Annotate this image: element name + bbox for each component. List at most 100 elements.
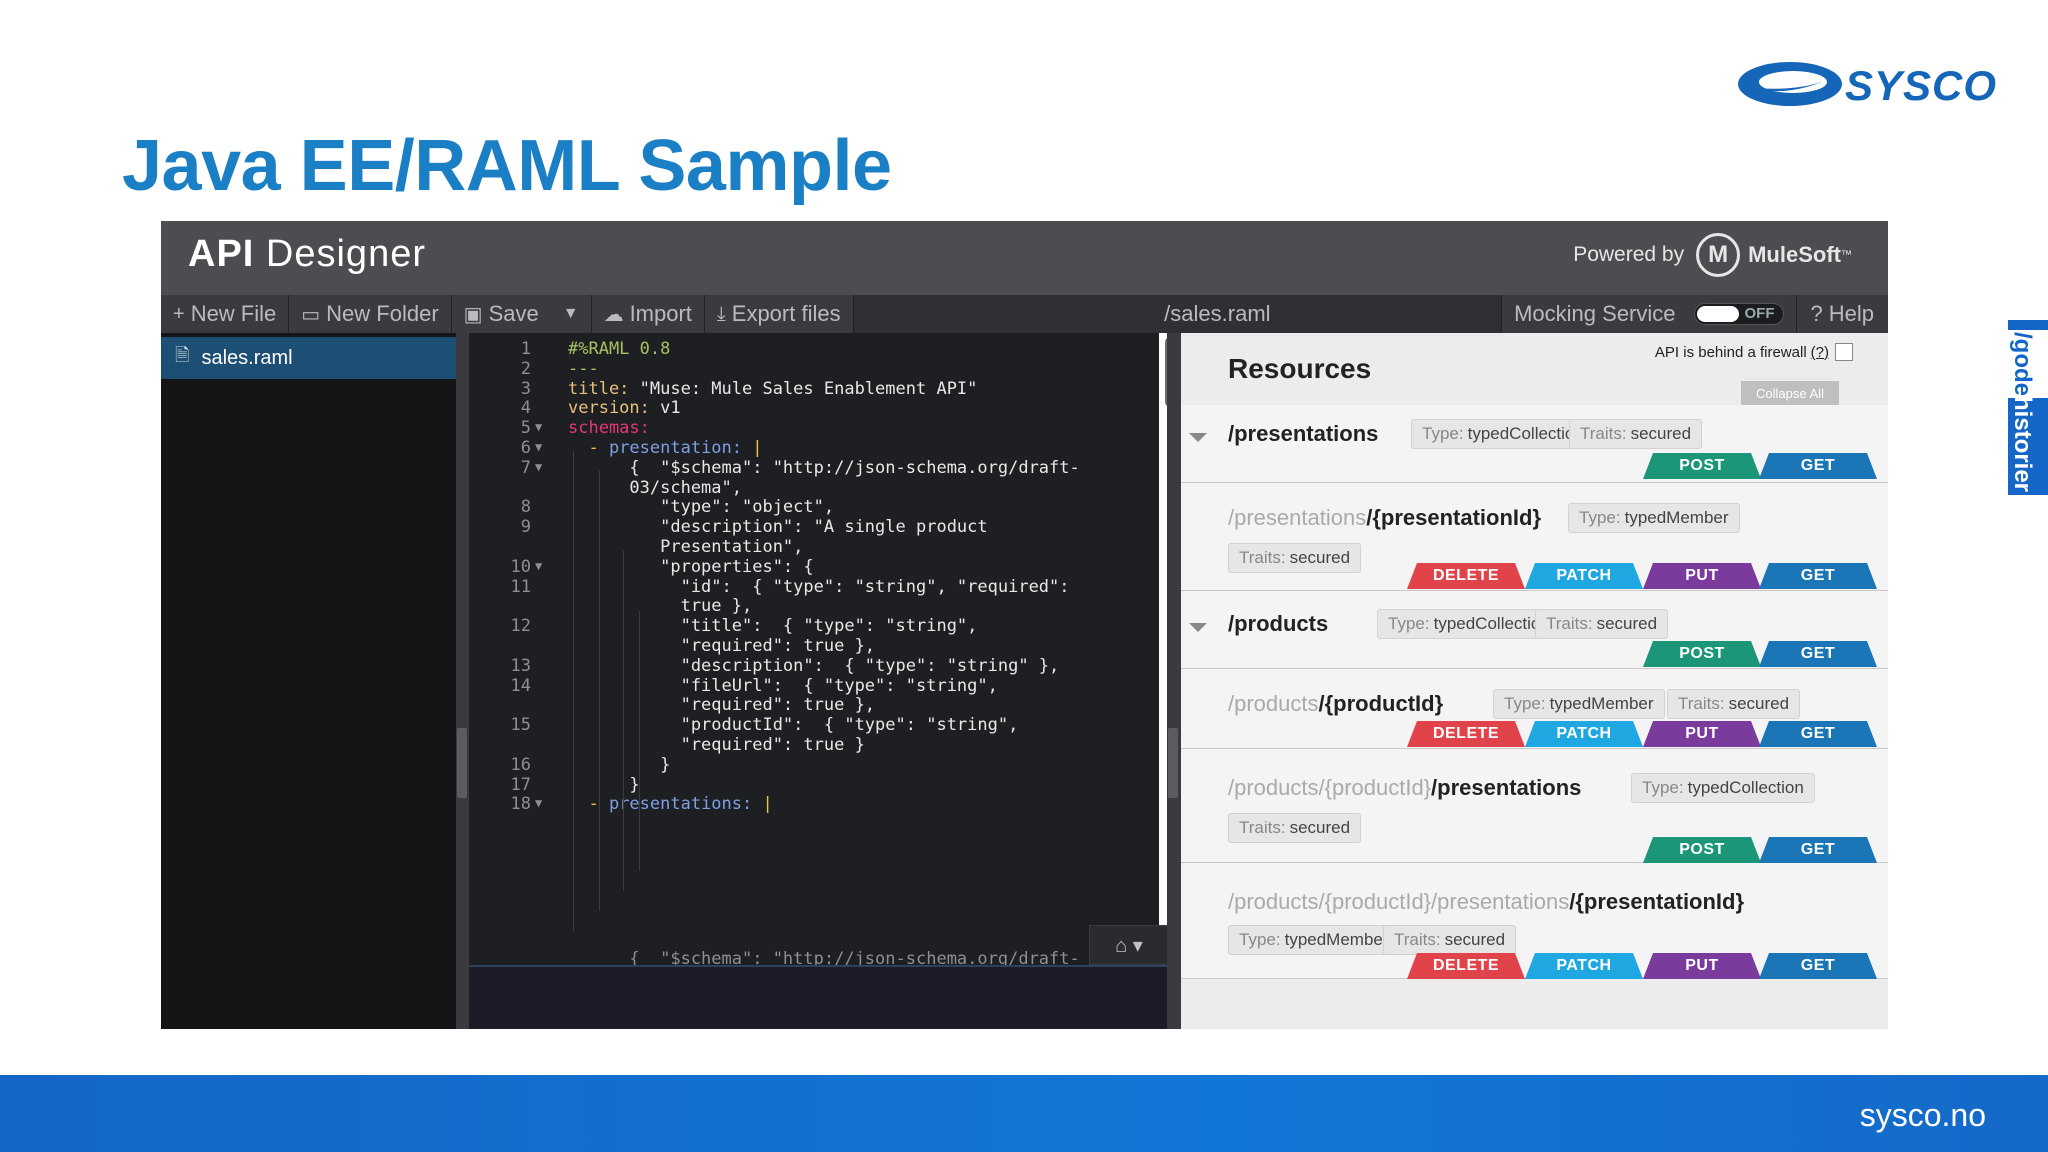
resource-path[interactable]: /products/{productId}/presentations <box>1228 775 1581 801</box>
code-line[interactable]: "description": "A single product <box>568 517 988 537</box>
method-patch-button[interactable]: PATCH <box>1525 953 1643 979</box>
code-line[interactable]: Presentation", <box>568 537 803 557</box>
fold-toggle-icon[interactable]: ▼ <box>535 460 542 474</box>
resource-path[interactable]: /products <box>1228 611 1328 637</box>
splitter-grip[interactable] <box>457 728 467 798</box>
code-line[interactable]: --- <box>568 359 599 379</box>
firewall-help-link[interactable]: (?) <box>1811 344 1829 361</box>
code-line[interactable]: "id": { "type": "string", "required": <box>568 577 1070 597</box>
code-line[interactable]: - presentation: | <box>568 438 762 458</box>
code-line[interactable]: schemas: <box>568 418 650 438</box>
method-patch-button[interactable]: PATCH <box>1525 563 1643 589</box>
import-button[interactable]: ☁ Import <box>591 295 705 333</box>
code-line[interactable]: } <box>568 775 639 795</box>
resource-name: /presentations <box>1431 775 1582 800</box>
resource-path[interactable]: /products/{productId}/presentations/{pre… <box>1228 889 1744 915</box>
code-line[interactable]: "required": true }, <box>568 695 875 715</box>
code-token: "type": "object", <box>568 497 835 518</box>
help-button[interactable]: ? Help <box>1795 295 1888 333</box>
method-put-button[interactable]: PUT <box>1643 563 1761 589</box>
type-tag-key: Type: <box>1388 614 1430 633</box>
method-delete-button[interactable]: DELETE <box>1407 563 1525 589</box>
method-patch-button[interactable]: PATCH <box>1525 721 1643 747</box>
resource-row[interactable]: /products/{productId}/presentations/{pre… <box>1181 863 1888 979</box>
resource-pane-splitter[interactable] <box>1167 333 1181 1029</box>
line-number: 9 <box>520 517 531 538</box>
method-put-button[interactable]: PUT <box>1643 721 1761 747</box>
code-token: "description": { "type": "string" }, <box>568 655 1060 676</box>
code-line[interactable]: 03/schema", <box>568 478 742 498</box>
type-tag: Type: typedCollection <box>1411 419 1595 449</box>
method-delete-button[interactable]: DELETE <box>1407 721 1525 747</box>
mocking-toggle[interactable]: OFF <box>1693 303 1784 325</box>
code-line[interactable]: "description": { "type": "string" }, <box>568 655 1060 676</box>
collapse-all-button[interactable]: Collapse All <box>1741 381 1839 405</box>
fold-toggle-icon[interactable]: ▼ <box>535 420 542 434</box>
traits-tag-key: Traits: <box>1239 818 1286 837</box>
splitter-grip-right[interactable] <box>1168 728 1178 798</box>
code-line[interactable]: "properties": { <box>568 557 814 577</box>
collapse-triangle-icon[interactable] <box>1189 433 1207 442</box>
new-file-button[interactable]: + New File <box>161 295 290 333</box>
code-line[interactable]: "productId": { "type": "string", <box>568 715 1019 735</box>
code-line[interactable]: true }, <box>568 596 753 617</box>
resource-row[interactable]: /presentations Type: typedCollection Traits… <box>1181 405 1888 483</box>
line-number: 14 <box>510 675 531 696</box>
resource-path[interactable]: /presentations <box>1228 421 1378 447</box>
method-get-button[interactable]: GET <box>1759 453 1877 479</box>
method-post-button[interactable]: POST <box>1643 837 1761 863</box>
new-folder-button[interactable]: ▭ New Folder <box>289 295 452 333</box>
line-number: 17 <box>510 774 531 795</box>
method-put-button[interactable]: PUT <box>1643 953 1761 979</box>
code-token: - <box>568 438 609 458</box>
method-get-button[interactable]: GET <box>1759 721 1877 747</box>
code-editor[interactable]: 1 #%RAML 0.8 2 --- 3 title: "Muse: Mule Sales… <box>469 333 1181 1029</box>
method-get-button[interactable]: GET <box>1759 953 1877 979</box>
footer-url[interactable]: sysco.no <box>1860 1097 1986 1134</box>
method-get-button[interactable]: GET <box>1759 563 1877 589</box>
method-get-button[interactable]: GET <box>1759 837 1877 863</box>
export-button[interactable]: ⤓ Export files <box>704 295 854 333</box>
file-pane-splitter[interactable] <box>456 333 469 1029</box>
method-get-button[interactable]: GET <box>1759 641 1877 667</box>
line-number: 2 <box>520 358 531 379</box>
code-line[interactable]: #%RAML 0.8 <box>568 339 670 359</box>
resource-row[interactable]: /products/{productId}/presentations Type:… <box>1181 749 1888 863</box>
code-line[interactable]: title: "Muse: Mule Sales Enablement API" <box>568 379 977 399</box>
fold-toggle-icon[interactable]: ▼ <box>535 796 542 810</box>
collapse-triangle-icon[interactable] <box>1189 623 1207 632</box>
tray-icon[interactable]: ⌂ ▾ <box>1089 925 1169 965</box>
fold-toggle-icon[interactable]: ▼ <box>535 440 542 454</box>
resource-row[interactable]: /presentations/{presentationId} Type: type… <box>1181 483 1888 591</box>
code-line[interactable]: "required": true }, <box>568 636 875 656</box>
side-tab-part1: /gode <box>2009 332 2036 396</box>
resources-pane: Resources API is behind a firewall (?) C… <box>1181 333 1888 1029</box>
code-line[interactable]: } <box>568 755 670 775</box>
firewall-checkbox[interactable] <box>1835 343 1853 361</box>
fold-toggle-icon[interactable]: ▼ <box>535 559 542 573</box>
code-line[interactable]: { "$schema": "http://json-schema.org/dra… <box>568 458 1079 478</box>
code-line[interactable]: "type": "object", <box>568 497 834 517</box>
file-item[interactable]: 🗎 sales.raml <box>161 337 456 379</box>
code-line[interactable]: "fileUrl": { "type": "string", <box>568 676 998 696</box>
save-dropdown-chevron-icon[interactable]: ▼ <box>550 295 592 333</box>
method-delete-button[interactable]: DELETE <box>1407 953 1525 979</box>
resource-row[interactable]: /products Type: typedCollection Traits: secu… <box>1181 591 1888 669</box>
traits-tag: Traits: secured <box>1535 609 1669 639</box>
method-post-button[interactable]: POST <box>1643 453 1761 479</box>
code-area[interactable]: 1 #%RAML 0.8 2 --- 3 title: "Muse: Mule Sales… <box>469 333 1159 951</box>
plus-icon: + <box>173 302 185 325</box>
code-line[interactable]: "required": true } <box>568 735 865 755</box>
code-token: "required": true } <box>568 735 865 755</box>
traits-tag-value: secured <box>1444 930 1506 949</box>
method-post-button[interactable]: POST <box>1643 641 1761 667</box>
code-token: true }, <box>568 596 753 617</box>
code-token: } <box>568 754 671 775</box>
save-button[interactable]: ▣ Save <box>451 295 551 333</box>
code-line[interactable]: version: v1 <box>568 398 681 418</box>
resource-path[interactable]: /products/{productId} <box>1228 691 1443 717</box>
code-line[interactable]: "title": { "type": "string", <box>568 616 978 636</box>
resource-path[interactable]: /presentations/{presentationId} <box>1228 505 1541 531</box>
resource-row[interactable]: /products/{productId} Type: typedMember Tra… <box>1181 669 1888 749</box>
toolbar: + New File ▭ New Folder ▣ Save ▼ ☁ Import ⤓ E… <box>161 295 1888 333</box>
